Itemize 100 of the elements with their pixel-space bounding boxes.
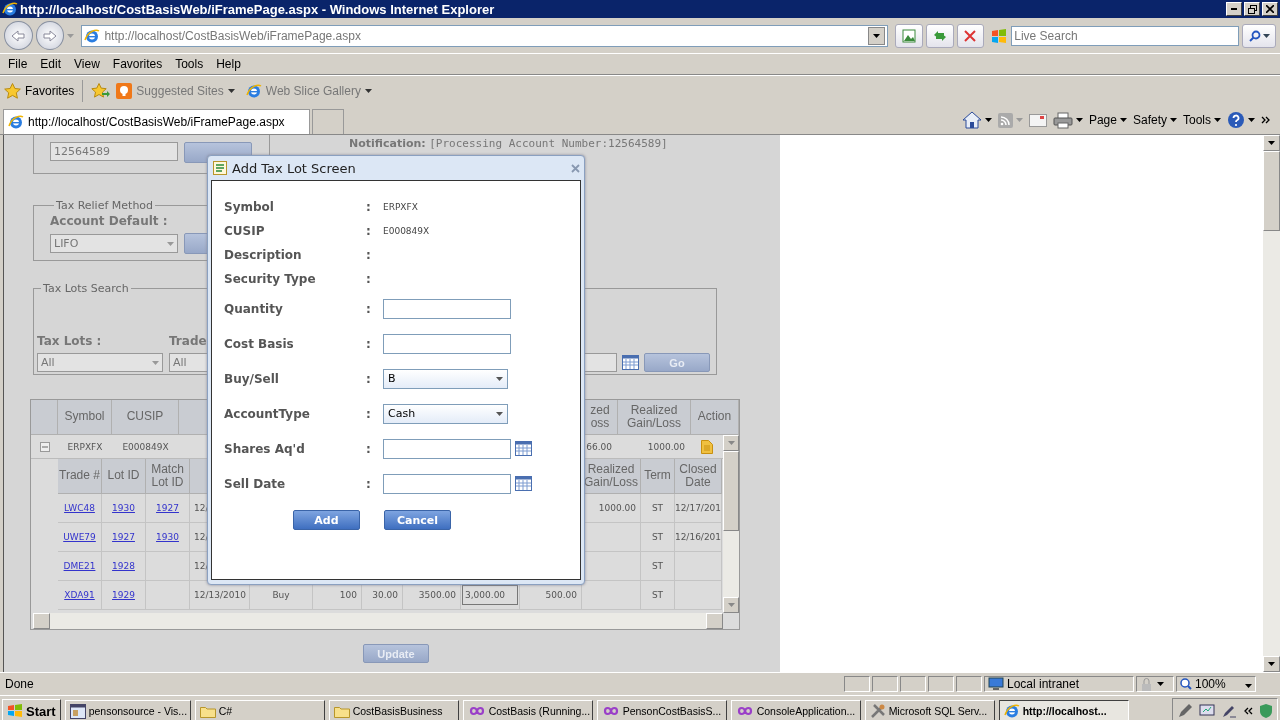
table-link[interactable]: 1930 [112, 503, 135, 513]
chevron-icon[interactable] [1243, 707, 1253, 715]
status-text: Done [4, 676, 35, 692]
scrollbar-thumb[interactable] [1263, 151, 1280, 231]
scrollbar-thumb[interactable] [723, 451, 739, 531]
home-icon [961, 111, 982, 129]
caret-icon [496, 411, 503, 416]
add-button[interactable]: Add [293, 510, 360, 530]
status-pane [956, 676, 982, 692]
minimize-button[interactable] [1226, 2, 1242, 16]
refresh-button[interactable] [925, 23, 954, 48]
caret-icon [1262, 33, 1270, 38]
taskbar-button[interactable]: Microsoft SQL Serv... [864, 700, 995, 720]
menu-item[interactable]: Edit [36, 57, 71, 71]
menu-item[interactable]: Tools [171, 57, 213, 71]
table-link[interactable]: DME21 [63, 561, 96, 571]
scroll-right-button[interactable] [706, 613, 723, 629]
mail-icon[interactable] [1028, 113, 1047, 127]
input-field[interactable] [383, 333, 511, 354]
search-field[interactable]: Live Search [1011, 25, 1240, 46]
pen-icon[interactable] [1177, 703, 1193, 719]
caret-icon [1248, 118, 1255, 122]
collapse-button[interactable] [39, 441, 50, 452]
calendar-icon[interactable] [622, 355, 639, 370]
security-button[interactable] [1136, 676, 1174, 692]
calendar-icon[interactable] [515, 476, 532, 491]
table-link[interactable]: 1929 [112, 590, 135, 600]
taskbar-button[interactable]: CostBasisBusiness [328, 700, 459, 720]
dropdown-button[interactable] [868, 26, 886, 45]
horizontal-scrollbar[interactable] [33, 613, 723, 629]
new-tab-button[interactable] [312, 109, 344, 134]
scroll-up-button[interactable] [1263, 135, 1280, 151]
vertical-scrollbar[interactable] [723, 435, 739, 613]
start-button[interactable]: Start [2, 699, 61, 720]
caret-icon [227, 89, 235, 93]
zoom-button[interactable]: 100% [1176, 676, 1256, 692]
forward-button[interactable] [35, 21, 65, 50]
cost-field[interactable]: 3,000.00 [462, 585, 518, 605]
table-link[interactable]: 1930 [156, 532, 179, 542]
compatibility-button[interactable] [895, 23, 923, 48]
cancel-button[interactable]: Cancel [384, 510, 451, 530]
print-button[interactable] [1052, 111, 1083, 129]
taskbar-button[interactable]: http://localhost... [998, 700, 1129, 720]
vertical-scrollbar[interactable] [1263, 135, 1280, 672]
table-link[interactable]: XDA91 [64, 590, 95, 600]
add-favorite-icon[interactable] [91, 83, 112, 99]
table-cell: ST [641, 552, 675, 581]
search-icon [1248, 29, 1261, 42]
dropdown[interactable]: B [383, 368, 508, 389]
method-dropdown[interactable]: LIFO [50, 234, 178, 253]
address-field[interactable]: http://localhost/CostBasisWeb/iFramePage.aspx [81, 24, 889, 47]
taskbar-button[interactable]: C# [194, 700, 325, 720]
dropdown[interactable]: Cash [383, 403, 508, 424]
date-field[interactable] [383, 473, 511, 494]
account-field[interactable]: 12564589 [50, 142, 178, 161]
colon: : [366, 441, 372, 456]
menu-item[interactable]: File [4, 57, 37, 71]
table-link[interactable]: 1927 [156, 503, 179, 513]
taskbar-button[interactable]: PensonCostBasisS... [596, 700, 727, 720]
shield-icon[interactable] [1259, 703, 1273, 719]
scroll-down-button[interactable] [1263, 656, 1280, 672]
back-button[interactable] [4, 21, 33, 50]
picture-icon [901, 28, 916, 43]
infinity-icon [467, 705, 486, 717]
date-field[interactable] [383, 438, 511, 459]
command-menu[interactable]: Safety [1132, 113, 1177, 127]
table-link[interactable]: UWE79 [63, 532, 96, 542]
taskbar-button[interactable]: pensonsource - Vis... [64, 700, 191, 720]
feeds-button[interactable] [997, 112, 1023, 128]
stop-button[interactable] [956, 23, 985, 48]
table-link[interactable]: LWC48 [64, 503, 95, 513]
column-header: Match Lot ID [146, 459, 190, 494]
home-button[interactable] [961, 111, 992, 129]
scroll-left-button[interactable] [33, 613, 50, 629]
calendar-icon[interactable] [515, 441, 532, 456]
monitor-icon[interactable] [1199, 703, 1215, 719]
caret-icon [1245, 684, 1252, 688]
menu-item[interactable]: Help [212, 57, 250, 71]
menu-item[interactable]: View [70, 57, 109, 71]
command-menu[interactable]: Tools [1183, 113, 1221, 127]
document-icon[interactable] [701, 439, 713, 454]
column-header [31, 400, 58, 435]
browser-tab[interactable]: http://localhost/CostBasisWeb/iFramePage.aspx [3, 109, 310, 134]
tax-lots-dropdown[interactable]: All [37, 353, 163, 372]
restore-button[interactable] [1244, 2, 1260, 16]
chevron-icon[interactable] [1261, 116, 1271, 124]
table-link[interactable]: 1927 [112, 532, 135, 542]
menu-item[interactable]: Favorites [108, 57, 172, 71]
lightbulb-icon [116, 83, 133, 99]
command-menu[interactable]: Page [1088, 113, 1127, 127]
taskbar-button[interactable]: CostBasis (Running... [462, 700, 593, 720]
search-button[interactable] [1242, 23, 1276, 48]
help-button[interactable] [1227, 111, 1255, 129]
infinity-icon [601, 705, 620, 717]
favorites-button[interactable]: Favorites [4, 83, 75, 99]
taskbar-button[interactable]: ConsoleApplication... [730, 700, 861, 720]
table-link[interactable]: 1928 [112, 561, 135, 571]
folder-icon [333, 704, 350, 718]
pencil-icon[interactable] [1221, 703, 1237, 719]
input-field[interactable] [383, 298, 511, 319]
